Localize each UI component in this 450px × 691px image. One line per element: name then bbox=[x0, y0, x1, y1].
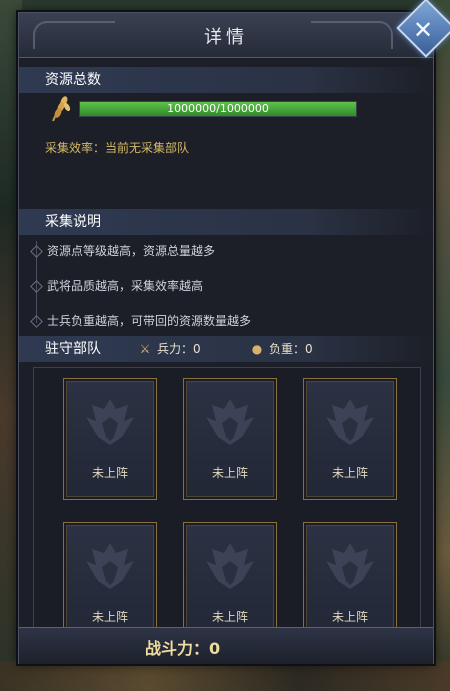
garrison-header: 驻守部队 ⚔ 兵力：0 ● 负重：0 bbox=[19, 336, 433, 362]
tip-item: 士兵负重越高，可带回的资源数量越多 bbox=[47, 314, 252, 328]
close-icon[interactable]: ✕ bbox=[409, 16, 437, 44]
tip-bullet-icon bbox=[30, 245, 43, 258]
collection-efficiency: 采集效率：当前无采集部队 bbox=[45, 141, 190, 155]
dialog-title: 详情 bbox=[204, 27, 248, 48]
combat-power-bar: 战斗力：0 bbox=[19, 627, 433, 664]
slot-status-label: 未上阵 bbox=[211, 466, 248, 480]
slot-status-label: 未上阵 bbox=[91, 610, 128, 624]
background-bottom bbox=[0, 661, 450, 691]
tip-bullet-icon bbox=[30, 315, 43, 328]
title-bar: 详情 bbox=[19, 13, 433, 58]
slot-status-label: 未上阵 bbox=[331, 610, 368, 624]
helmet-icon bbox=[86, 399, 134, 445]
helmet-icon bbox=[326, 399, 374, 445]
load-bag-icon: ● bbox=[251, 342, 263, 356]
slot-status-label: 未上阵 bbox=[331, 466, 368, 480]
garrison-slot[interactable]: 未上阵 bbox=[183, 378, 277, 500]
troops-stat: ⚔ 兵力：0 bbox=[137, 336, 201, 362]
helmet-icon bbox=[206, 543, 254, 589]
troops-icon: ⚔ bbox=[139, 342, 151, 356]
troops-label: 兵力：0 bbox=[157, 342, 201, 356]
slot-status-label: 未上阵 bbox=[91, 466, 128, 480]
helmet-icon bbox=[326, 543, 374, 589]
resource-header: 资源总数 bbox=[19, 67, 433, 93]
detail-dialog: 详情 ✕ 资源总数 1000000/1000000 采集效率：当前无采集部队 采… bbox=[18, 0, 450, 664]
garrison-slot[interactable]: 未上阵 bbox=[303, 522, 397, 644]
resource-progress-text: 1000000/1000000 bbox=[167, 102, 269, 115]
load-stat: ● 负重：0 bbox=[249, 336, 313, 362]
garrison-slot[interactable]: 未上阵 bbox=[303, 378, 397, 500]
garrison-slot[interactable]: 未上阵 bbox=[63, 522, 157, 644]
garrison-slots: 未上阵 未上阵 未上阵 未上阵 未上阵 未上阵 bbox=[33, 367, 421, 644]
slot-status-label: 未上阵 bbox=[211, 610, 248, 624]
helmet-icon bbox=[86, 543, 134, 589]
wheat-icon bbox=[52, 96, 71, 122]
tip-bullet-icon bbox=[30, 280, 43, 293]
garrison-slot[interactable]: 未上阵 bbox=[63, 378, 157, 500]
garrison-slot[interactable]: 未上阵 bbox=[183, 522, 277, 644]
load-label: 负重：0 bbox=[269, 342, 313, 356]
helmet-icon bbox=[206, 399, 254, 445]
tip-item: 武将品质越高，采集效率越高 bbox=[47, 279, 204, 293]
garrison-title: 驻守部队 bbox=[45, 341, 101, 357]
combat-power: 战斗力：0 bbox=[145, 639, 221, 658]
collection-header: 采集说明 bbox=[19, 209, 433, 235]
tip-item: 资源点等级越高，资源总量越多 bbox=[47, 244, 216, 258]
resource-progress-bar: 1000000/1000000 bbox=[79, 101, 357, 117]
